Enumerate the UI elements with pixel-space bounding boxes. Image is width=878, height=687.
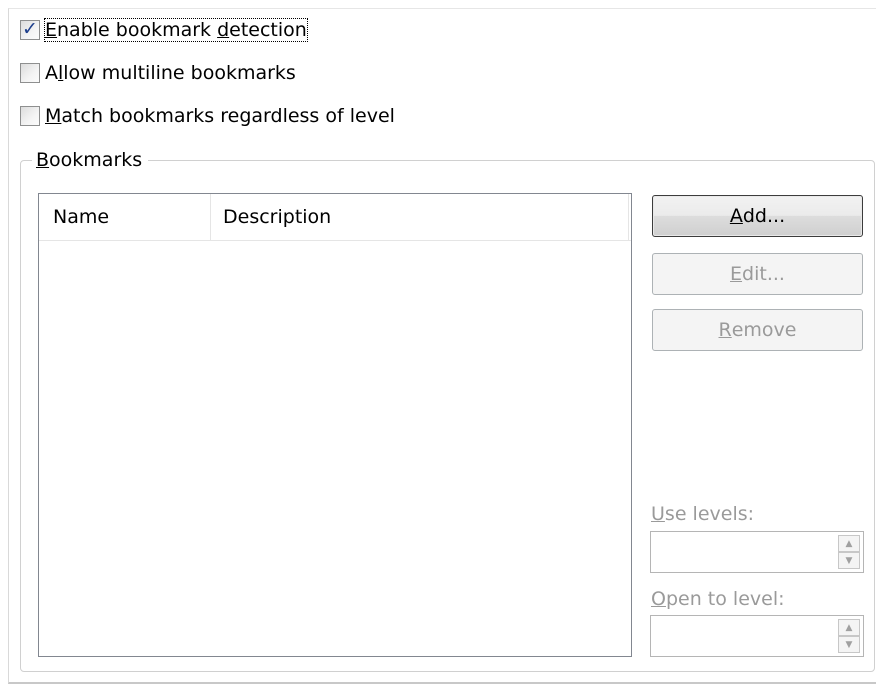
use-levels-mnemonic: U [651,503,665,525]
label-text-end: etection [229,19,307,41]
spin-up-icon[interactable]: ▲ [838,535,860,552]
match-bookmarks-regardless-label[interactable]: Match bookmarks regardless of level [45,105,395,127]
add-button[interactable]: Add... [652,195,863,237]
edit-mnemonic: E [730,263,743,285]
label-mnemonic: M [45,105,62,127]
allow-multiline-bookmarks-option[interactable]: Allow multiline bookmarks [20,62,296,84]
spin-down-icon[interactable]: ▼ [838,552,860,569]
open-to-level-label: Open to level: [651,588,785,610]
match-bookmarks-regardless-option[interactable]: Match bookmarks regardless of level [20,105,395,127]
column-header-description-label: Description [223,206,332,228]
group-title-text: ookmarks [49,149,143,171]
column-header-name[interactable]: Name [39,194,211,240]
label-text: atch bookmarks regardless of level [61,105,395,127]
use-levels-label: Use levels: [651,503,754,525]
enable-bookmark-detection-label[interactable]: Enable bookmark detection [44,18,308,42]
allow-multiline-bookmarks-checkbox[interactable] [20,63,40,83]
label-text: nable bookmark [57,19,218,41]
label-text: low multiline bookmarks [63,62,296,84]
group-title-mnemonic: B [36,149,50,171]
use-levels-spinner[interactable]: ▲ ▼ [650,531,864,573]
label-mnemonic-2: d [217,19,230,41]
enable-bookmark-detection-option[interactable]: ✓ Enable bookmark detection [20,18,308,42]
open-to-level-text: pen to level: [665,588,785,610]
open-to-level-spinner[interactable]: ▲ ▼ [650,615,864,657]
edit-label: dit... [742,263,785,285]
add-mnemonic: A [729,205,743,227]
enable-bookmark-detection-checkbox[interactable]: ✓ [20,18,40,40]
open-to-level-mnemonic: O [651,588,666,610]
spin-up-icon[interactable]: ▲ [838,619,860,636]
bookmarks-group-title: Bookmarks [32,149,149,171]
use-levels-text: se levels: [664,503,755,525]
bookmarks-list[interactable]: Name Description [38,193,632,657]
match-bookmarks-regardless-checkbox[interactable] [20,106,40,126]
use-levels-spin-buttons: ▲ ▼ [838,535,860,569]
remove-mnemonic: R [718,319,732,341]
label-text-start: A [45,62,58,84]
list-header: Name Description [39,194,631,241]
edit-button[interactable]: Edit... [652,253,863,295]
spin-down-icon[interactable]: ▼ [838,636,860,653]
column-header-description[interactable]: Description [211,194,629,240]
label-mnemonic: E [45,19,58,41]
remove-button[interactable]: Remove [652,309,863,351]
checkmark-icon: ✓ [22,18,38,40]
add-label: dd... [742,205,786,227]
remove-label: emove [731,319,797,341]
open-to-level-spin-buttons: ▲ ▼ [838,619,860,653]
allow-multiline-bookmarks-label[interactable]: Allow multiline bookmarks [45,62,296,84]
column-header-name-label: Name [53,206,110,228]
